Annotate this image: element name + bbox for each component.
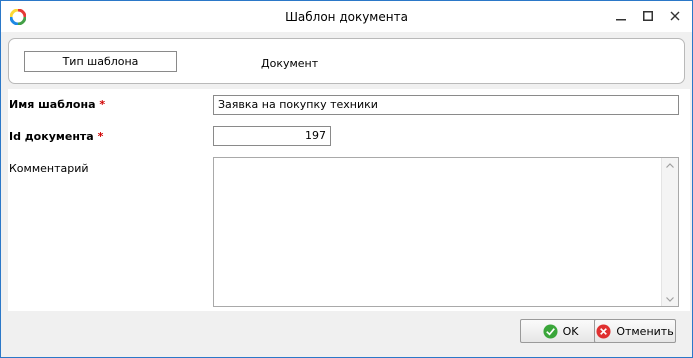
minimize-icon xyxy=(616,19,626,21)
template-name-input[interactable]: Заявка на покупку техники xyxy=(213,95,679,115)
ok-button[interactable]: OK xyxy=(520,319,601,343)
close-icon xyxy=(670,11,680,21)
document-id-label: Id документа * xyxy=(9,130,103,143)
comment-textarea[interactable] xyxy=(213,157,679,307)
maximize-button[interactable] xyxy=(636,5,660,27)
scroll-up-arrow[interactable] xyxy=(662,158,678,172)
cancel-button[interactable]: Отменить xyxy=(594,319,676,343)
ok-label: OK xyxy=(562,324,579,338)
template-name-label: Имя шаблона * xyxy=(9,98,105,111)
required-marker: * xyxy=(99,98,106,111)
document-id-input[interactable]: 197 xyxy=(213,126,331,146)
chevron-down-icon xyxy=(666,296,674,302)
form-area: Имя шаблона * Заявка на покупку техники … xyxy=(8,89,690,311)
required-marker: * xyxy=(97,130,104,143)
chevron-up-icon xyxy=(666,162,674,168)
cancel-label: Отменить xyxy=(616,324,674,338)
window-title: Шаблон документа xyxy=(285,10,408,24)
close-button[interactable] xyxy=(663,5,687,27)
template-type-value: Документ xyxy=(261,57,319,70)
template-type-button[interactable]: Тип шаблона xyxy=(24,51,177,72)
template-name-label-text: Имя шаблона xyxy=(9,98,96,111)
comment-scrollbar[interactable] xyxy=(661,158,678,306)
maximize-icon xyxy=(643,11,653,21)
dialog-window: Шаблон документа Тип шаблона Документ Им… xyxy=(0,0,693,358)
document-id-label-text: Id документа xyxy=(9,130,94,143)
template-header-panel: Тип шаблона Документ xyxy=(8,38,685,84)
minimize-button[interactable] xyxy=(609,5,633,27)
comment-label: Комментарий xyxy=(9,162,89,175)
check-circle-icon xyxy=(543,323,558,339)
scroll-down-arrow[interactable] xyxy=(662,292,678,306)
title-bar[interactable]: Шаблон документа xyxy=(1,1,692,32)
cancel-circle-icon xyxy=(596,323,611,339)
